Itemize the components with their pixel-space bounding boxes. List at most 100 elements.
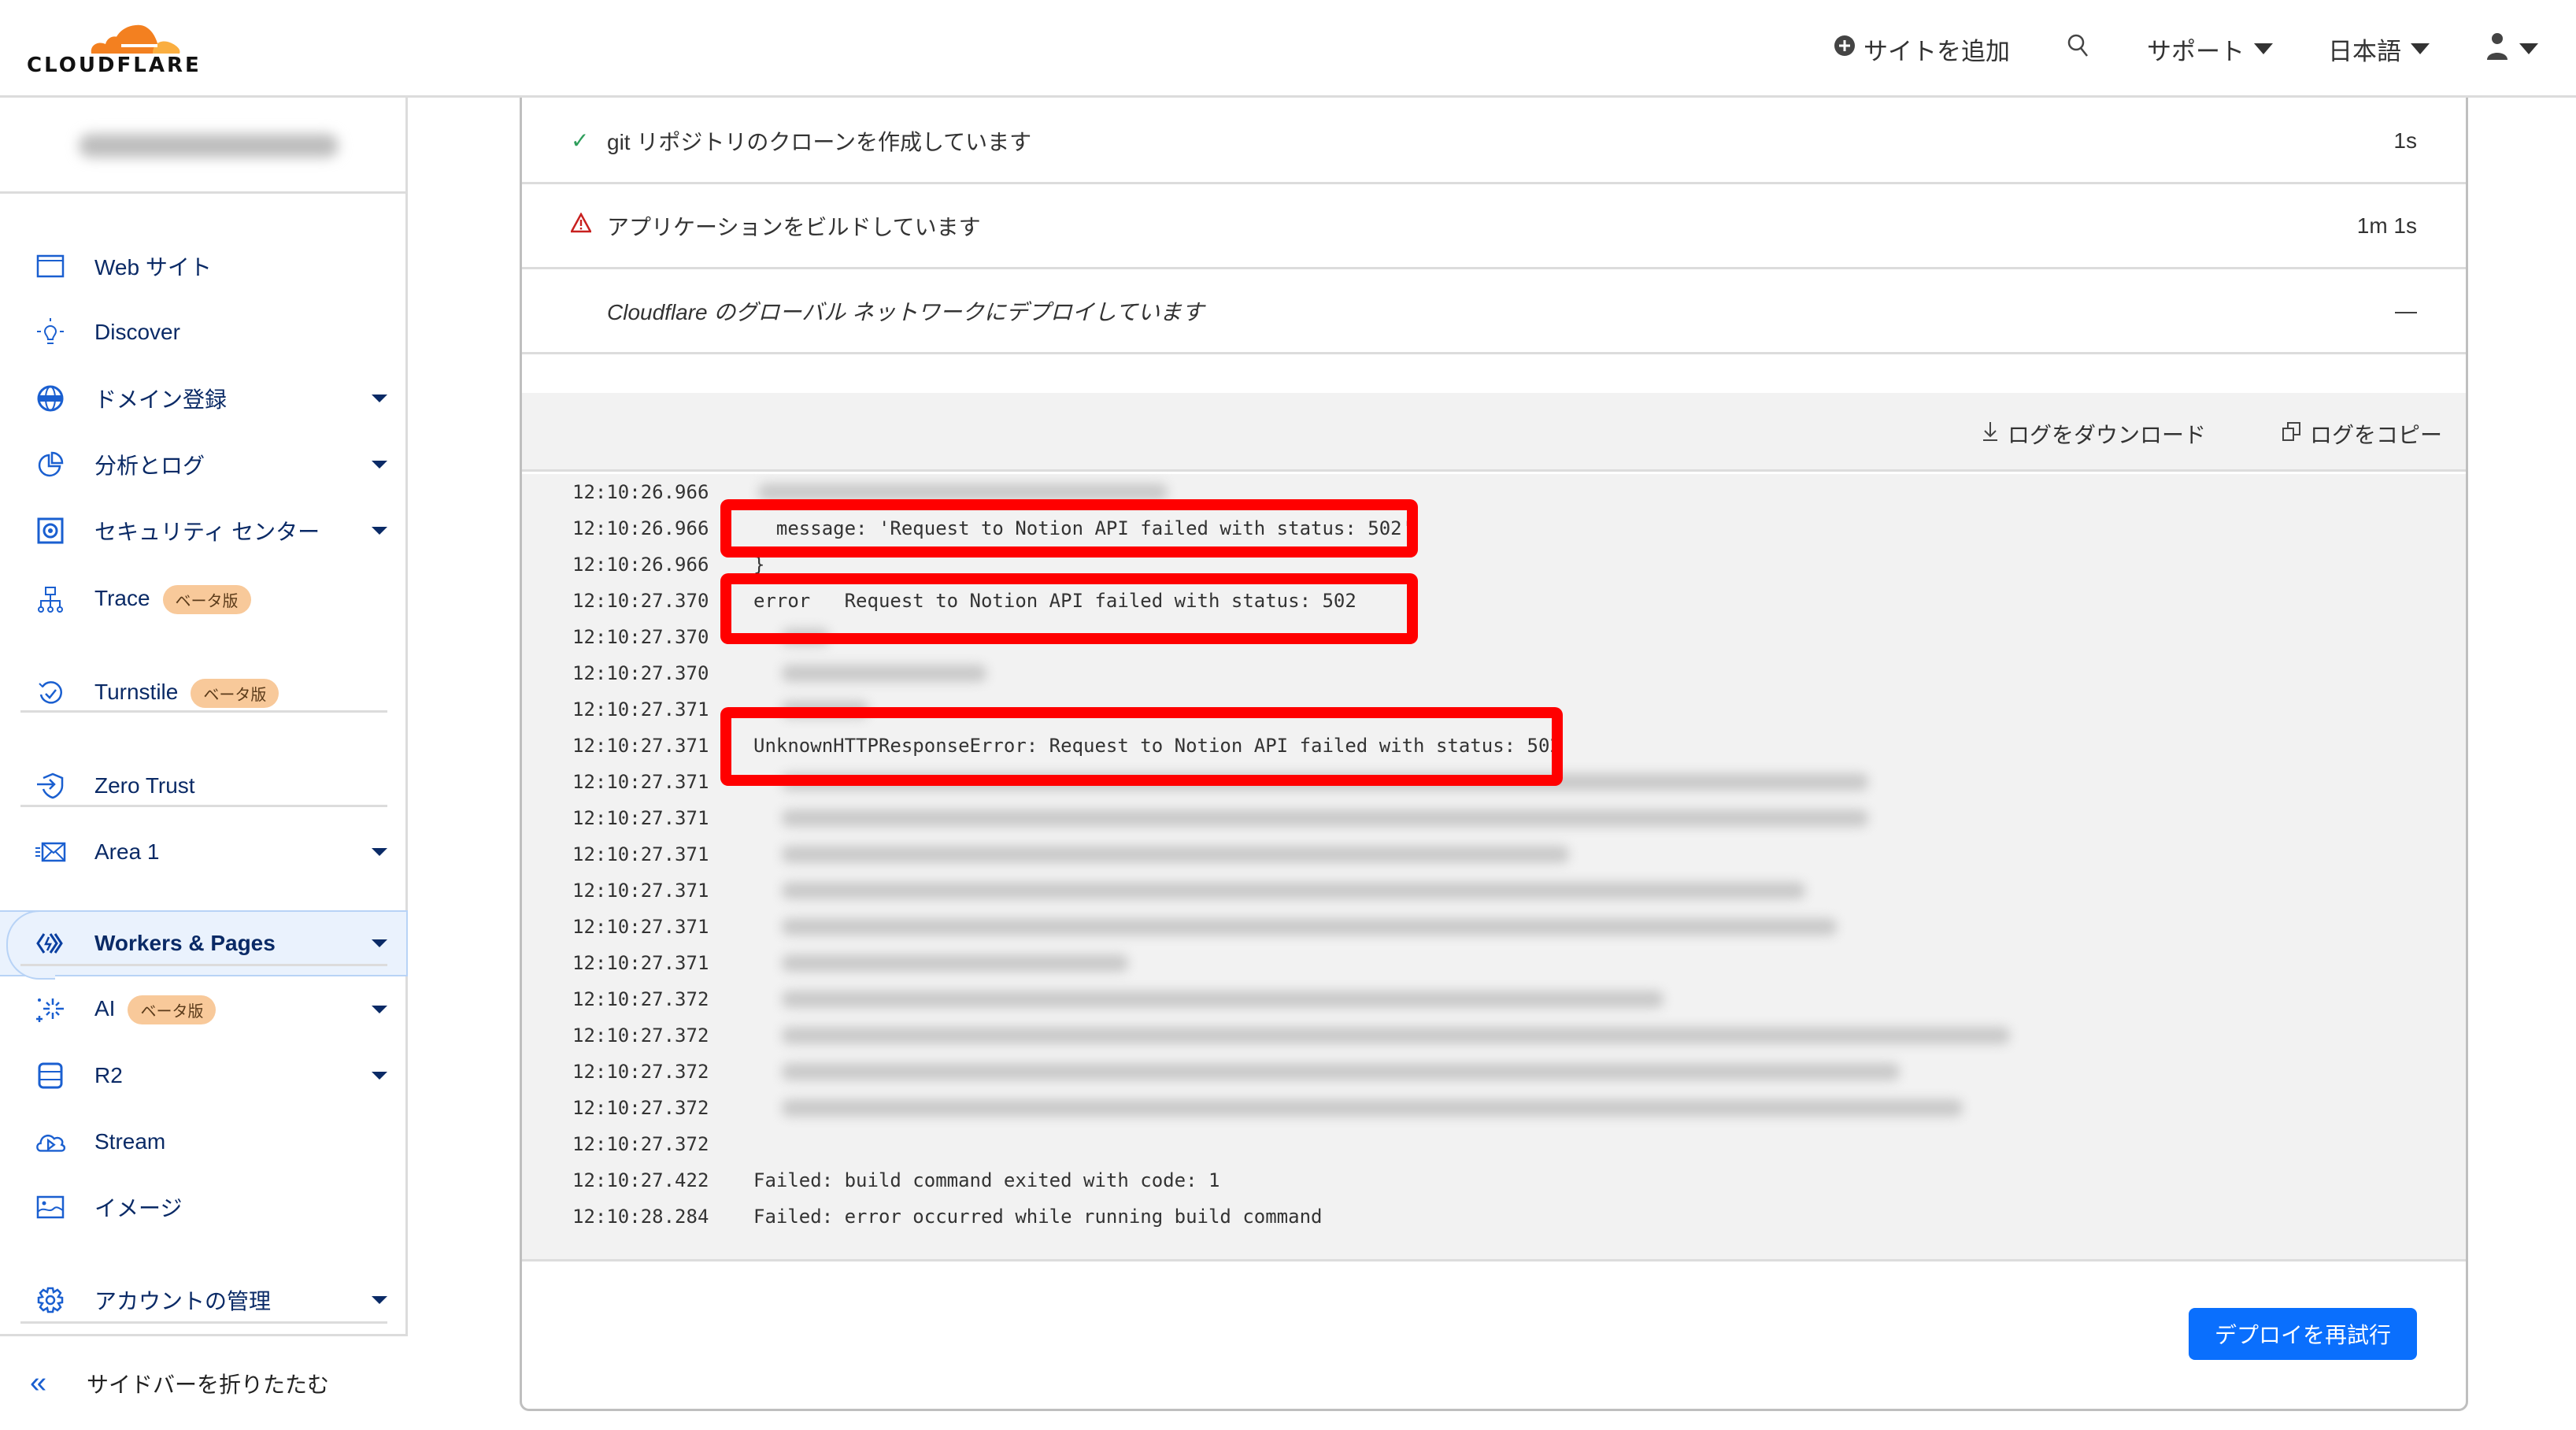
- label-text: Web サイト: [94, 255, 212, 280]
- redacted-log-text: [782, 918, 1837, 935]
- label-text: アカウントの管理: [94, 1289, 272, 1313]
- step-clone: ✓ git リポジトリのクローンを作成しています 1s: [522, 99, 2466, 184]
- log-line: 12:10:27.371: [572, 945, 753, 981]
- sidebar-item-web[interactable]: Web サイト: [0, 233, 408, 299]
- add-site-button[interactable]: サイトを追加: [1834, 31, 2010, 67]
- sidebar-item-label: Workers & Pages: [94, 931, 276, 956]
- log-timestamp: 12:10:27.372: [572, 988, 709, 1010]
- top-bar: CLOUDFLARE サイトを追加 サポート 日本語: [0, 0, 2576, 98]
- sidebar-item-workers-pages[interactable]: Workers & Pages: [0, 910, 408, 980]
- log-timestamp: 12:10:27.370: [572, 662, 709, 684]
- sidebar-item-3[interactable]: 分析とログ: [0, 432, 408, 498]
- download-log-button[interactable]: ログをダウンロード: [1981, 418, 2206, 450]
- log-timestamp: 12:10:26.966: [572, 481, 709, 503]
- sidebar-item-stream[interactable]: Stream: [0, 1109, 408, 1175]
- redacted-log-text: [758, 483, 1168, 501]
- top-navigation: サイトを追加 サポート 日本語: [1778, 0, 2538, 98]
- user-menu[interactable]: [2485, 31, 2538, 66]
- log-timestamp: 12:10:27.371: [572, 735, 709, 757]
- sidebar-item-4[interactable]: セキュリティ センター: [0, 498, 408, 564]
- error-highlight-box: [720, 499, 1418, 558]
- hierarchy-icon: [35, 583, 66, 615]
- sidebar-item-label: Stream: [94, 1129, 165, 1154]
- redacted-log-text: [782, 954, 1128, 972]
- sidebar-item-area-1[interactable]: Area 1: [0, 819, 408, 885]
- globe-icon: [35, 383, 66, 414]
- sidebar-item-turnstile[interactable]: Turnstile ベータ版: [0, 660, 408, 726]
- support-menu[interactable]: サポート: [2147, 31, 2273, 67]
- beta-badge: ベータ版: [162, 584, 251, 614]
- search-button[interactable]: [2065, 32, 2092, 65]
- redacted-log-text: [782, 1027, 2010, 1044]
- sidebar-item-2[interactable]: ドメイン登録: [0, 365, 408, 432]
- redacted-log-text: [782, 809, 1868, 827]
- label-text: Trace: [94, 585, 150, 610]
- label-text: ドメイン登録: [94, 387, 228, 412]
- log-timestamp: 12:10:27.370: [572, 590, 709, 612]
- step-label: Cloudflare のグローバル ネットワークにデプロイしています: [607, 299, 1205, 324]
- label-text: Workers & Pages: [94, 931, 276, 955]
- sidebar-item-ai[interactable]: AI ベータ版: [0, 976, 408, 1043]
- add-site-label: サイトを追加: [1864, 37, 2010, 65]
- collapse-sidebar-button[interactable]: « サイドバーを折りたたむ: [0, 1334, 408, 1430]
- log-line: 12:10:27.372: [572, 1054, 753, 1090]
- beta-badge: ベータ版: [191, 678, 279, 708]
- log-timestamp: 12:10:26.966: [572, 517, 709, 539]
- step-build: アプリケーションをビルドしています 1m 1s: [522, 184, 2466, 269]
- log-timestamp: 12:10:27.371: [572, 916, 709, 938]
- search-icon: [2065, 32, 2092, 65]
- check-icon: ✓: [571, 128, 590, 153]
- sidebar-item-label: Zero Trust: [94, 773, 195, 798]
- caret-down-icon: [372, 461, 387, 469]
- user-icon: [2485, 31, 2510, 66]
- sidebar-item-label: セキュリティ センター: [94, 515, 320, 546]
- warning-icon: [569, 212, 593, 239]
- label-text: Stream: [94, 1129, 166, 1154]
- redacted-log-text: [782, 665, 986, 682]
- log-toolbar: ログをダウンロード ログをコピー: [522, 393, 2466, 472]
- label-text: R2: [94, 1063, 123, 1087]
- language-menu[interactable]: 日本語: [2328, 31, 2430, 67]
- log-timestamp: 12:10:27.372: [572, 1061, 709, 1083]
- error-highlight-box: [720, 573, 1418, 644]
- mail-icon: [35, 836, 66, 868]
- sidebar-divider: [20, 710, 387, 713]
- log-timestamp: 12:10:27.422: [572, 1169, 709, 1191]
- sidebar-item-discover[interactable]: Discover: [0, 299, 408, 365]
- image-icon: [35, 1191, 66, 1223]
- caret-down-icon: [372, 527, 387, 535]
- log-line: 12:10:28.284 Failed: error occurred while…: [572, 1198, 1322, 1235]
- account-selector[interactable]: [0, 98, 405, 194]
- sidebar-item-r2[interactable]: R2: [0, 1043, 408, 1109]
- language-label: 日本語: [2328, 37, 2401, 65]
- sidebar-item-trace[interactable]: Trace ベータ版: [0, 566, 408, 632]
- cloudflare-logo[interactable]: CLOUDFLARE: [27, 17, 199, 80]
- caret-down-icon: [372, 939, 387, 947]
- redacted-log-text: [782, 1099, 1963, 1117]
- beta-badge: ベータ版: [128, 995, 217, 1024]
- caret-down-icon: [372, 1006, 387, 1013]
- log-line: 12:10:27.371: [572, 909, 753, 945]
- caret-down-icon: [2519, 43, 2538, 54]
- retry-deploy-button[interactable]: デプロイを再試行: [2189, 1308, 2417, 1360]
- build-log[interactable]: 12:10:26.966 12:10:26.966 message: 'Reque…: [522, 474, 2466, 1261]
- redacted-log-text: [782, 846, 1569, 863]
- copy-log-button[interactable]: ログをコピー: [2282, 418, 2442, 450]
- redacted-log-text: [782, 882, 1805, 899]
- sidebar-item-label: AI ベータ版: [94, 995, 217, 1024]
- account-name-redacted: [79, 134, 339, 157]
- log-timestamp: 12:10:27.371: [572, 880, 709, 902]
- log-line: 12:10:27.372: [572, 1017, 753, 1054]
- label-text: セキュリティ センター: [94, 520, 320, 544]
- sidebar-item-13[interactable]: イメージ: [0, 1174, 408, 1240]
- sidebar-item-zero-trust[interactable]: Zero Trust: [0, 753, 408, 819]
- caret-down-icon: [2254, 43, 2273, 54]
- cloud-play-icon: [35, 1126, 66, 1158]
- log-timestamp: 12:10:27.370: [572, 626, 709, 648]
- log-timestamp: 12:10:27.371: [572, 952, 709, 974]
- caret-down-icon: [372, 848, 387, 856]
- log-message: Failed: build command exited with code: …: [753, 1169, 1220, 1191]
- log-timestamp: 12:10:27.372: [572, 1097, 709, 1119]
- label-text: 分析とログ: [94, 454, 205, 478]
- turnstile-icon: [35, 677, 66, 709]
